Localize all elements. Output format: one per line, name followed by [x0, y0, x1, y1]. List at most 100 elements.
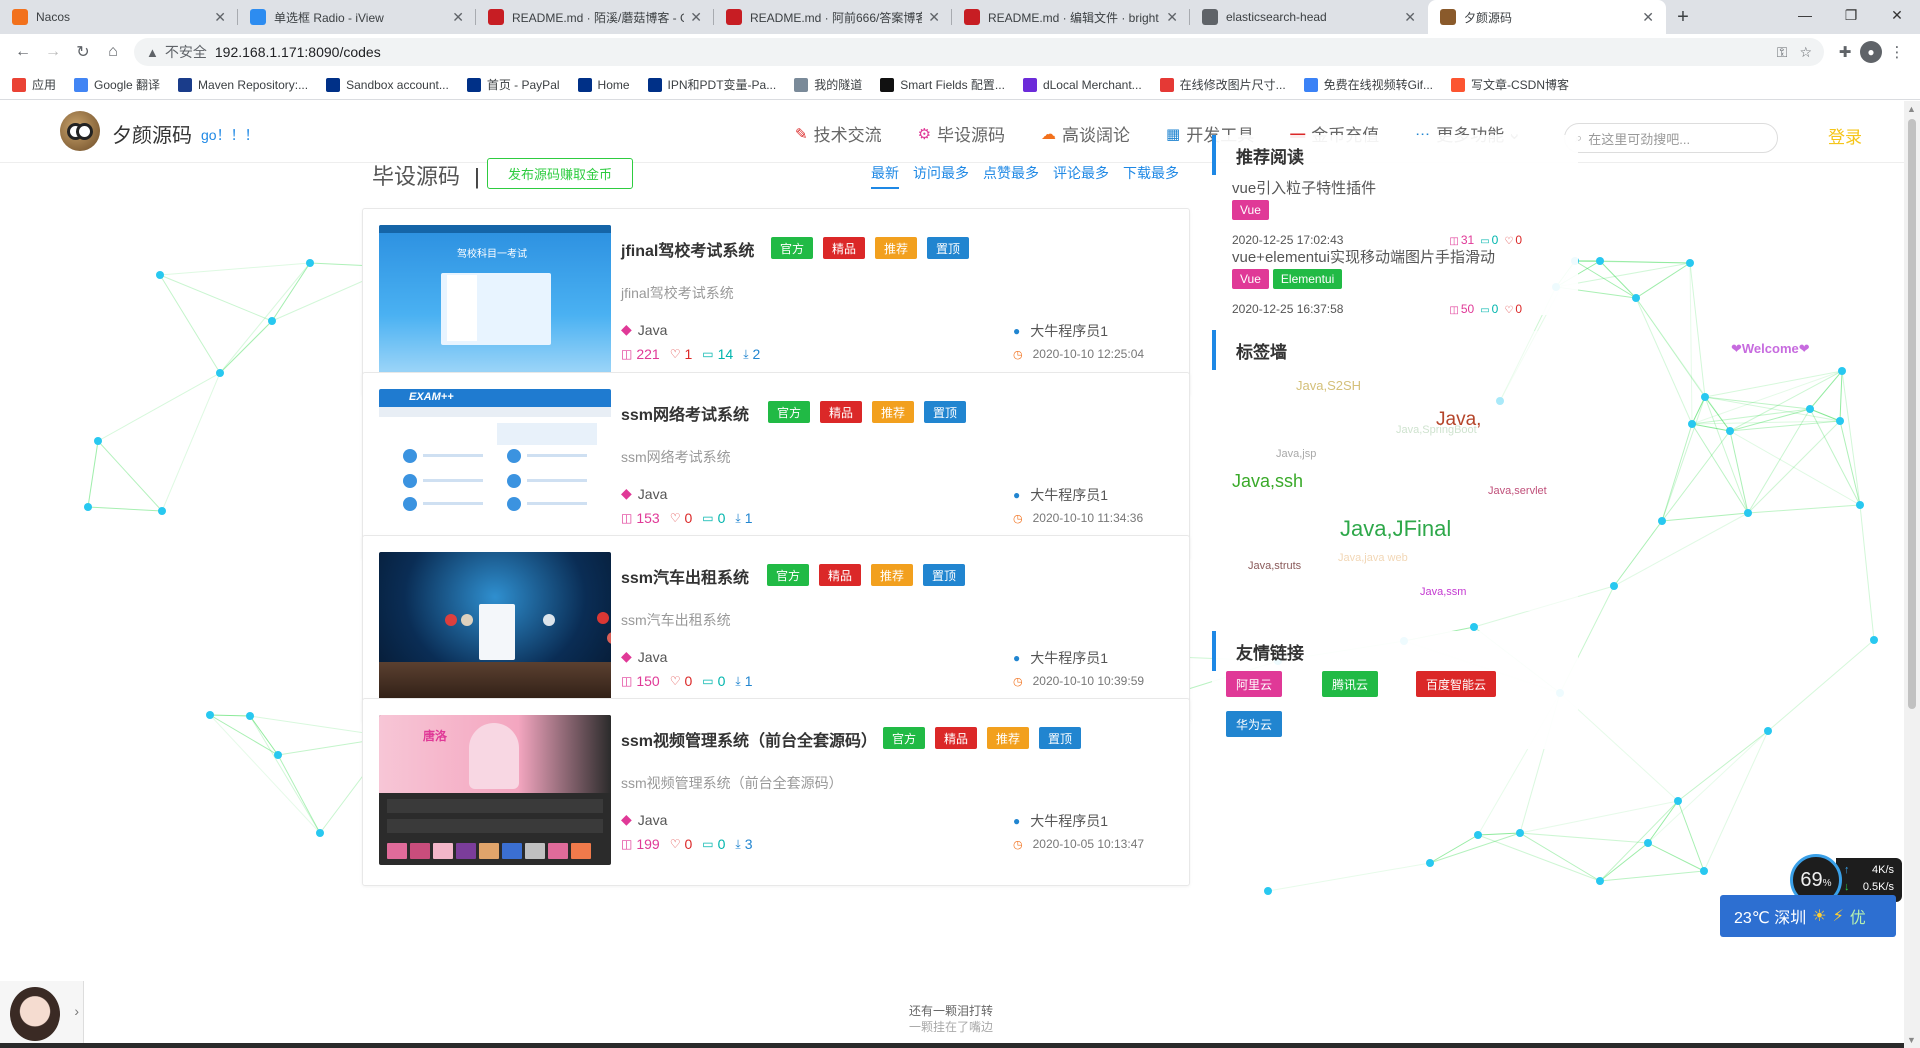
card-language[interactable]: ◆ Java [621, 648, 667, 665]
tag-label[interactable]: Elementui [1272, 269, 1343, 289]
recommend-item-title[interactable]: vue引入粒子特性插件 [1232, 177, 1376, 198]
tag-cloud-word[interactable]: Java,jsp [1276, 448, 1316, 460]
key-icon[interactable]: ⚿ [1777, 44, 1788, 61]
home-icon[interactable]: ⌂ [98, 37, 128, 67]
tab-close-icon[interactable]: ✕ [1166, 9, 1178, 26]
bookmark-star-icon[interactable]: ☆ [1799, 44, 1812, 61]
scroll-down-icon[interactable]: ▼ [1907, 1035, 1916, 1045]
bookmark-item[interactable]: Google 翻译 [74, 76, 160, 93]
tag-cloud-word[interactable]: Java,JFinal [1340, 516, 1451, 542]
browser-tab[interactable]: 夕颜源码 ✕ [1428, 0, 1666, 34]
friend-link[interactable]: 腾讯云 [1322, 671, 1379, 697]
tab-close-icon[interactable]: ✕ [1404, 9, 1416, 26]
minimize-button[interactable]: — [1782, 0, 1828, 30]
source-card[interactable]: ssm汽车出租系统 官方 精品 推荐 置顶 ssm汽车出租系统 ◆ Java ◫ 150 ♡ 0 ▭ 0 ⤓… [362, 535, 1190, 723]
back-icon[interactable]: ← [8, 37, 38, 67]
nav-item-1[interactable]: ⚙ 毕设源码 [918, 121, 1005, 146]
extensions-icon[interactable]: ✚ [1830, 37, 1860, 67]
friend-link[interactable]: 华为云 [1226, 711, 1283, 737]
bookmark-item[interactable]: 写文章-CSDN博客 [1451, 76, 1569, 93]
card-title[interactable]: ssm视频管理系统（前台全套源码） [621, 727, 877, 751]
address-bar[interactable]: ▲ 不安全 192.168.1.171:8090/codes ⚿ ☆ [134, 38, 1824, 66]
card-author[interactable]: ● 大牛程序员1 [1013, 811, 1108, 831]
card-language[interactable]: ◆ Java [621, 485, 667, 502]
publish-source-button[interactable]: 发布源码赚取金币 [487, 158, 633, 189]
source-card[interactable]: EXAM++ ssm网络考试系统 官方 精品 推荐 置顶 ssm网络考试系统 ◆ Java ◫ 15… [362, 372, 1190, 560]
card-title[interactable]: ssm网络考试系统 [621, 401, 749, 425]
close-window-button[interactable]: ✕ [1874, 0, 1920, 30]
tag-cloud-word[interactable]: Java,java web [1338, 552, 1408, 564]
bookmark-item[interactable]: Maven Repository:... [178, 77, 308, 92]
card-thumbnail[interactable]: 驾校科目一考试 [379, 225, 611, 375]
tag-cloud-word[interactable]: Java,ssh [1232, 471, 1303, 492]
tag-cloud-word[interactable]: Java,struts [1248, 560, 1301, 572]
bookmark-item[interactable]: Home [577, 77, 630, 92]
card-thumbnail[interactable]: 唐洛 [379, 715, 611, 865]
friend-link[interactable]: 阿里云 [1226, 671, 1283, 697]
sort-tab[interactable]: 最新 [871, 163, 899, 189]
bookmark-item[interactable]: Smart Fields 配置... [880, 76, 1005, 93]
scroll-up-icon[interactable]: ▲ [1907, 104, 1916, 114]
site-title[interactable]: 夕颜源码 [112, 119, 192, 148]
maximize-button[interactable]: ❐ [1828, 0, 1874, 30]
bookmark-item[interactable]: 免费在线视频转Gif... [1303, 76, 1433, 93]
bookmark-item[interactable]: IPN和PDT变量-Pa... [647, 76, 776, 93]
profile-avatar-icon[interactable]: ● [1860, 41, 1882, 63]
tab-close-icon[interactable]: ✕ [1642, 9, 1654, 26]
page-scrollbar[interactable]: ▲ ▼ [1904, 101, 1920, 1048]
tab-close-icon[interactable]: ✕ [452, 9, 464, 26]
browser-tab[interactable]: Nacos ✕ [0, 0, 238, 34]
bookmark-item[interactable]: Sandbox account... [326, 77, 449, 92]
source-card[interactable]: 唐洛 ssm视频管理系统（前台全套源码） 官方 精品 推荐 置顶 ssm视频管理系统（前台全… [362, 698, 1190, 886]
tag-cloud-word[interactable]: Java,servlet [1488, 485, 1547, 497]
weather-widget[interactable]: 23℃ 深圳 ☀ ⚡ 优 [1720, 895, 1896, 937]
tab-close-icon[interactable]: ✕ [690, 9, 702, 26]
browser-tab[interactable]: 单选框 Radio - iView ✕ [238, 0, 476, 34]
forward-icon[interactable]: → [38, 37, 68, 67]
nav-item-2[interactable]: ☁ 高谈阔论 [1041, 121, 1130, 146]
card-language[interactable]: ◆ Java [621, 321, 667, 338]
nav-item-0[interactable]: ✎ 技术交流 [795, 121, 882, 146]
new-tab-button[interactable]: + [1666, 0, 1700, 34]
bookmark-item[interactable]: 应用 [12, 76, 56, 93]
login-link[interactable]: 登录 [1828, 123, 1862, 148]
tag-label[interactable]: Vue [1232, 269, 1269, 289]
tag-cloud-word[interactable]: Java,ssm [1420, 586, 1466, 598]
card-author[interactable]: ● 大牛程序员1 [1013, 648, 1108, 668]
browser-tab[interactable]: README.md · 阿前666/答案博客 ✕ [714, 0, 952, 34]
card-thumbnail[interactable]: EXAM++ [379, 389, 611, 539]
scrollbar-thumb[interactable] [1908, 119, 1916, 709]
owl-logo-icon[interactable] [60, 111, 100, 151]
tag-cloud-word[interactable]: Java,S2SH [1296, 378, 1361, 393]
bookmark-item[interactable]: 在线修改图片尺寸... [1159, 76, 1286, 93]
card-title[interactable]: jfinal驾校考试系统 [621, 237, 754, 261]
sort-tab[interactable]: 访问最多 [913, 163, 969, 189]
site-search-input[interactable]: ⌕ 在这里可劲搜吧... [1564, 123, 1778, 153]
sort-tab[interactable]: 评论最多 [1053, 163, 1109, 189]
card-title[interactable]: ssm汽车出租系统 [621, 564, 749, 588]
tab-close-icon[interactable]: ✕ [928, 9, 940, 26]
browser-tab[interactable]: README.md · 陌溪/蘑菇博客 - G ✕ [476, 0, 714, 34]
chevron-right-icon[interactable]: › [74, 1003, 79, 1019]
browser-tab[interactable]: elasticsearch-head ✕ [1190, 0, 1428, 34]
card-author[interactable]: ● 大牛程序员1 [1013, 321, 1108, 341]
url-text[interactable]: 192.168.1.171:8090/codes [215, 44, 1765, 60]
tag-label[interactable]: Vue [1232, 200, 1269, 220]
sort-tab[interactable]: 下载最多 [1123, 163, 1179, 189]
avatar[interactable] [10, 987, 60, 1041]
browser-tab[interactable]: README.md · 编辑文件 · bright ✕ [952, 0, 1190, 34]
bookmark-item[interactable]: dLocal Merchant... [1022, 77, 1142, 92]
card-language[interactable]: ◆ Java [621, 811, 667, 828]
card-author[interactable]: ● 大牛程序员1 [1013, 485, 1108, 505]
sort-tab[interactable]: 点赞最多 [983, 163, 1039, 189]
reload-icon[interactable]: ↻ [68, 37, 98, 67]
source-card[interactable]: 驾校科目一考试 jfinal驾校考试系统 官方 精品 推荐 置顶 jfinal驾校考试系统 ◆… [362, 208, 1190, 396]
live2d-widget[interactable]: › [0, 981, 84, 1047]
friend-link[interactable]: 百度智能云 [1416, 671, 1497, 697]
bookmark-item[interactable]: 我的隧道 [794, 76, 862, 93]
browser-menu-icon[interactable]: ⋮ [1882, 37, 1912, 67]
bookmark-item[interactable]: 首页 - PayPal [466, 76, 560, 93]
tag-cloud-word[interactable]: Java,SpringBoot [1396, 424, 1477, 436]
recommend-item-title[interactable]: vue+elementui实现移动端图片手指滑动 [1232, 246, 1495, 267]
tab-close-icon[interactable]: ✕ [214, 9, 226, 26]
